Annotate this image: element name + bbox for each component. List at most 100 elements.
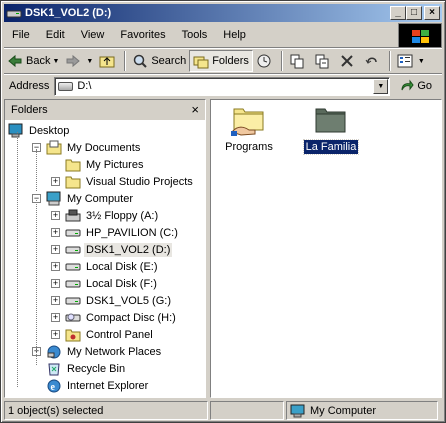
- expand-icon[interactable]: +: [51, 296, 60, 305]
- menu-bar: File Edit View Favorites Tools Help: [4, 24, 394, 46]
- move-to-button[interactable]: [286, 50, 311, 72]
- maximize-button[interactable]: □: [406, 6, 422, 20]
- expand-icon[interactable]: +: [51, 330, 60, 339]
- tree-item[interactable]: Visual Studio Projects: [65, 173, 195, 190]
- tree-item-label: Local Disk (F:): [86, 277, 157, 290]
- expand-icon[interactable]: +: [51, 177, 60, 186]
- search-button[interactable]: Search: [129, 50, 189, 72]
- forward-arrow-icon: [65, 53, 81, 69]
- drive-icon: [65, 242, 81, 257]
- windows-logo-icon: [398, 23, 442, 49]
- back-label: Back: [26, 55, 51, 67]
- svg-text:e: e: [51, 382, 56, 393]
- tree-item[interactable]: Local Disk (E:): [65, 258, 160, 275]
- file-item[interactable]: Programs: [214, 104, 284, 154]
- go-button[interactable]: Go: [400, 79, 432, 93]
- close-button[interactable]: ×: [424, 6, 440, 20]
- menu-favorites[interactable]: Favorites: [112, 26, 173, 44]
- tree-item[interactable]: DSK1_VOL2 (D:): [65, 241, 173, 258]
- tree-item-label: Desktop: [29, 124, 70, 137]
- expand-icon[interactable]: +: [51, 262, 60, 271]
- network-icon: [46, 344, 62, 359]
- up-folder-icon: [99, 53, 115, 69]
- my-computer-icon: [46, 191, 62, 206]
- chevron-down-icon[interactable]: ▼: [418, 58, 425, 65]
- menu-edit[interactable]: Edit: [38, 26, 73, 44]
- standard-toolbar: Back ▼ ▼ Search Folders ▼: [4, 49, 442, 73]
- drive-icon: [65, 293, 81, 308]
- folder-icon: [65, 174, 81, 189]
- copy-to-button[interactable]: [311, 50, 336, 72]
- tree-item[interactable]: My Network Places: [46, 343, 163, 360]
- tree-item-label: My Documents: [67, 141, 141, 154]
- back-arrow-icon: [7, 53, 23, 69]
- expand-icon[interactable]: +: [51, 313, 60, 322]
- tree-item[interactable]: HP_PAVILION (C:): [65, 224, 180, 241]
- menu-help[interactable]: Help: [215, 26, 254, 44]
- folders-label: Folders: [212, 55, 249, 67]
- delete-button[interactable]: [336, 50, 361, 72]
- address-label: Address: [9, 80, 50, 92]
- folders-button[interactable]: Folders: [189, 50, 253, 72]
- tree-item[interactable]: e Internet Explorer: [46, 377, 150, 394]
- menu-view[interactable]: View: [73, 26, 113, 44]
- close-icon[interactable]: ×: [191, 102, 199, 117]
- tree-item[interactable]: DSK1_VOL5 (G:): [65, 292, 173, 309]
- explorer-window: DSK1_VOL2 (D:) _ □ × File Edit View Favo…: [0, 0, 446, 423]
- tree-item[interactable]: My Computer: [46, 190, 135, 207]
- minimize-button[interactable]: _: [390, 6, 406, 20]
- drive-icon: [65, 225, 81, 240]
- tree-item[interactable]: 3½ Floppy (A:): [65, 207, 160, 224]
- tree-item[interactable]: Local Disk (F:): [65, 275, 159, 292]
- control-panel-icon: [65, 327, 81, 342]
- back-button[interactable]: Back ▼: [4, 50, 62, 72]
- floppy-icon: [65, 208, 81, 223]
- tree-guide-line: [36, 200, 37, 365]
- expand-icon[interactable]: +: [51, 228, 60, 237]
- chevron-down-icon[interactable]: ▼: [86, 58, 93, 65]
- recycle-bin-icon: [46, 361, 62, 376]
- file-item-label: La Familia: [302, 139, 360, 155]
- my-computer-icon: [290, 404, 306, 418]
- expand-icon[interactable]: +: [51, 245, 60, 254]
- folder-icon: [65, 157, 81, 172]
- desktop-icon: [8, 123, 24, 138]
- menu-tools[interactable]: Tools: [174, 26, 216, 44]
- tree-item-label: Visual Studio Projects: [86, 175, 193, 188]
- status-selection: 1 object(s) selected: [4, 401, 208, 420]
- address-input[interactable]: D:\ ▼: [54, 76, 391, 96]
- title-bar[interactable]: DSK1_VOL2 (D:) _ □ ×: [4, 4, 442, 22]
- content-pane: Programs La Familia: [210, 99, 442, 398]
- history-button[interactable]: [253, 50, 278, 72]
- address-bar: Address D:\ ▼ Go: [4, 75, 442, 97]
- up-folder-button[interactable]: [96, 50, 121, 72]
- toolbar-separator: [388, 51, 391, 71]
- tree-item-label: Compact Disc (H:): [86, 311, 176, 324]
- toolbar-separator: [280, 51, 283, 71]
- tree-item-label: DSK1_VOL2 (D:): [84, 242, 173, 257]
- menu-file[interactable]: File: [4, 26, 38, 44]
- address-value: D:\: [77, 80, 92, 92]
- tree-item[interactable]: My Pictures: [65, 156, 145, 173]
- file-item[interactable]: La Familia: [296, 104, 366, 155]
- my-documents-icon: [46, 140, 62, 155]
- expand-icon[interactable]: +: [51, 279, 60, 288]
- tree-item[interactable]: Recycle Bin: [46, 360, 127, 377]
- views-icon: [397, 53, 413, 69]
- tree-guide-line: [36, 149, 37, 191]
- tree-item[interactable]: Control Panel: [65, 326, 155, 343]
- tree-item[interactable]: My Documents: [46, 139, 142, 156]
- chevron-down-icon[interactable]: ▼: [52, 58, 59, 65]
- drive-icon: [65, 276, 81, 291]
- tree-item[interactable]: Compact Disc (H:): [65, 309, 178, 326]
- undo-button[interactable]: [361, 50, 386, 72]
- expand-icon[interactable]: +: [51, 211, 60, 220]
- tree-item-label: My Pictures: [86, 158, 144, 171]
- forward-button[interactable]: ▼: [62, 50, 96, 72]
- search-label: Search: [151, 55, 187, 67]
- copy-to-icon: [314, 53, 330, 69]
- views-button[interactable]: ▼: [394, 50, 428, 72]
- go-label: Go: [417, 80, 433, 92]
- address-dropdown-button[interactable]: ▼: [373, 78, 389, 94]
- search-icon: [132, 53, 148, 69]
